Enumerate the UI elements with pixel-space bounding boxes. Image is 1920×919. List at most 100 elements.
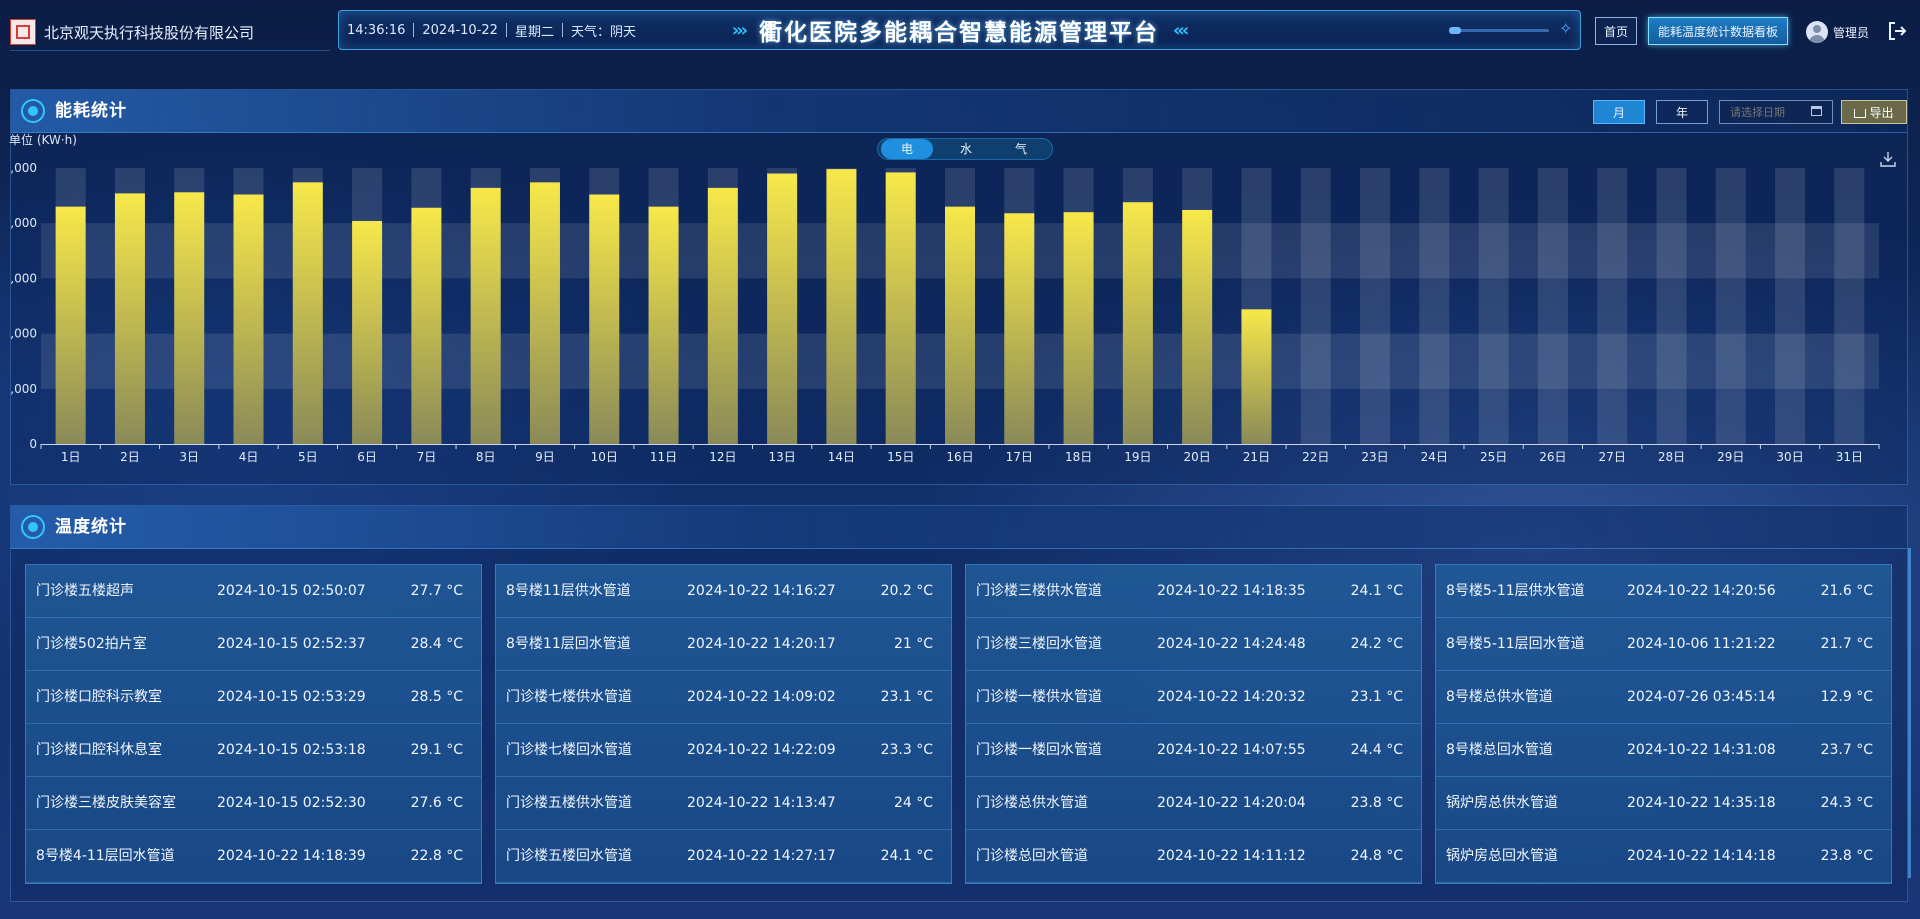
x-tick-label: 28日	[1658, 450, 1685, 464]
sparkle-icon: ✧	[1559, 19, 1573, 38]
sensor-name: 8号楼5-11层供水管道	[1446, 583, 1585, 599]
sensor-row[interactable]: 门诊楼五楼超声 2024-10-15 02:50:07 27.7 °C	[26, 565, 481, 618]
energy-bar-chart: 0 5,000 10,000 15,000 20,000 25,000 1日 2日 3日 4日 5日…	[11, 162, 1880, 464]
x-tick-label: 23日	[1361, 450, 1388, 464]
x-tick-label: 8日	[476, 450, 496, 464]
home-button[interactable]: 首页	[1595, 17, 1637, 45]
sensor-row[interactable]: 门诊楼七楼供水管道 2024-10-22 14:09:02 23.1 °C	[496, 671, 951, 724]
sensor-name: 锅炉房总供水管道	[1446, 795, 1558, 811]
x-tick-label: 14日	[828, 450, 855, 464]
sensor-row[interactable]: 8号楼总回水管道 2024-10-22 14:31:08 23.7 °C	[1436, 724, 1891, 777]
x-tick-label: 20日	[1184, 450, 1211, 464]
sensor-temperature: 23.1 °C	[880, 689, 933, 705]
sensor-row[interactable]: 门诊楼总回水管道 2024-10-22 14:11:12 24.8 °C	[966, 830, 1421, 883]
tab-electricity[interactable]: 电	[881, 139, 933, 159]
tab-water[interactable]: 水	[940, 139, 992, 159]
sensor-time: 2024-10-22 14:16:27	[687, 583, 836, 599]
sensor-row[interactable]: 门诊楼五楼回水管道 2024-10-22 14:27:17 24.1 °C	[496, 830, 951, 883]
x-tick-label: 29日	[1717, 450, 1744, 464]
title-wrap: ››› 衢化医院多能耦合智慧能源管理平台 ‹‹‹	[679, 11, 1239, 49]
bar-track	[1834, 168, 1865, 444]
sensor-name: 门诊楼一楼回水管道	[976, 742, 1102, 758]
sensor-row[interactable]: 锅炉房总供水管道 2024-10-22 14:35:18 24.3 °C	[1436, 777, 1891, 830]
sensor-name: 门诊楼一楼供水管道	[976, 689, 1102, 705]
sensor-time: 2024-10-15 02:53:29	[217, 689, 366, 705]
sensor-temperature: 27.6 °C	[410, 795, 463, 811]
sensor-temperature: 23.3 °C	[880, 742, 933, 758]
x-tick-label: 4日	[239, 450, 259, 464]
divider	[505, 23, 507, 37]
bar	[1004, 213, 1035, 444]
sensor-temperature: 24.4 °C	[1350, 742, 1403, 758]
sensor-row[interactable]: 门诊楼三楼回水管道 2024-10-22 14:24:48 24.2 °C	[966, 618, 1421, 671]
bar-track	[1715, 168, 1746, 444]
y-tick-label: 20,000	[11, 216, 37, 230]
sensor-time: 2024-10-22 14:27:17	[687, 848, 836, 864]
sensor-temperature: 12.9 °C	[1820, 689, 1873, 705]
x-tick-label: 17日	[1006, 450, 1033, 464]
sensor-time: 2024-10-06 11:21:22	[1627, 636, 1776, 652]
sensor-temperature: 29.1 °C	[410, 742, 463, 758]
sensor-row[interactable]: 8号楼5-11层回水管道 2024-10-06 11:21:22 21.7 °C	[1436, 618, 1891, 671]
sensor-row[interactable]: 门诊楼三楼皮肤美容室 2024-10-15 02:52:30 27.6 °C	[26, 777, 481, 830]
sensor-row[interactable]: 8号楼总供水管道 2024-07-26 03:45:14 12.9 °C	[1436, 671, 1891, 724]
sensor-row[interactable]: 8号楼5-11层供水管道 2024-10-22 14:20:56 21.6 °C	[1436, 565, 1891, 618]
sensor-row[interactable]: 门诊楼总供水管道 2024-10-22 14:20:04 23.8 °C	[966, 777, 1421, 830]
company-name: 北京观天执行科技股份有限公司	[44, 23, 255, 42]
logout-icon[interactable]	[1886, 20, 1908, 42]
energy-gauge-icon	[21, 99, 45, 123]
sensor-row[interactable]: 门诊楼三楼供水管道 2024-10-22 14:18:35 24.1 °C	[966, 565, 1421, 618]
dashboard-tab-button[interactable]: 能耗温度统计数据看板	[1648, 17, 1788, 45]
bar-track	[1656, 168, 1687, 444]
bar	[1063, 212, 1094, 444]
year-button[interactable]: 年	[1656, 100, 1708, 124]
sensor-time: 2024-10-22 14:22:09	[687, 742, 836, 758]
sensor-name: 8号楼总供水管道	[1446, 689, 1553, 705]
scrollbar[interactable]	[1908, 548, 1911, 878]
x-tick-label: 18日	[1065, 450, 1092, 464]
x-tick-label: 11日	[650, 450, 677, 464]
sensor-row[interactable]: 8号楼11层供水管道 2024-10-22 14:16:27 20.2 °C	[496, 565, 951, 618]
y-tick-label: 0	[29, 437, 37, 451]
export-button[interactable]: 导出	[1841, 100, 1907, 124]
sensor-temperature: 24.1 °C	[1350, 583, 1403, 599]
month-button[interactable]: 月	[1593, 100, 1645, 124]
bar	[174, 192, 205, 444]
bar-track	[1419, 168, 1450, 444]
sensor-row[interactable]: 门诊楼五楼供水管道 2024-10-22 14:13:47 24 °C	[496, 777, 951, 830]
y-tick-label: 5,000	[11, 382, 37, 396]
sensor-row[interactable]: 门诊楼口腔科休息室 2024-10-15 02:53:18 29.1 °C	[26, 724, 481, 777]
sensor-time: 2024-10-15 02:50:07	[217, 583, 366, 599]
sensor-row[interactable]: 8号楼11层回水管道 2024-10-22 14:20:17 21 °C	[496, 618, 951, 671]
tab-gas[interactable]: 气	[995, 139, 1047, 159]
sensor-row[interactable]: 门诊楼口腔科示教室 2024-10-15 02:53:29 28.5 °C	[26, 671, 481, 724]
bar	[945, 206, 975, 444]
sensor-temperature: 21.6 °C	[1820, 583, 1873, 599]
user-menu[interactable]: 管理员	[1806, 18, 1869, 46]
sensor-temperature: 24.2 °C	[1350, 636, 1403, 652]
energy-panel-title: 能耗统计	[55, 101, 127, 121]
sensor-name: 门诊楼三楼皮肤美容室	[36, 795, 176, 811]
bar	[767, 173, 798, 444]
sensor-time: 2024-10-22 14:18:35	[1157, 583, 1306, 599]
sensor-row[interactable]: 8号楼4-11层回水管道 2024-10-22 14:18:39 22.8 °C	[26, 830, 481, 883]
sensor-time: 2024-10-22 14:07:55	[1157, 742, 1306, 758]
info-bar: 14:36:16 2024-10-22 星期二 天气：阴天 ››› 衢化医院多能…	[338, 10, 1581, 50]
x-tick-label: 25日	[1480, 450, 1507, 464]
sensor-name: 门诊楼502拍片室	[36, 636, 147, 652]
sensor-row[interactable]: 门诊楼502拍片室 2024-10-15 02:52:37 28.4 °C	[26, 618, 481, 671]
sensor-row[interactable]: 门诊楼一楼供水管道 2024-10-22 14:20:32 23.1 °C	[966, 671, 1421, 724]
sensor-row[interactable]: 门诊楼一楼回水管道 2024-10-22 14:07:55 24.4 °C	[966, 724, 1421, 777]
sensor-row[interactable]: 门诊楼七楼回水管道 2024-10-22 14:22:09 23.3 °C	[496, 724, 951, 777]
sensor-name: 8号楼总回水管道	[1446, 742, 1553, 758]
sensor-row[interactable]: 锅炉房总回水管道 2024-10-22 14:14:18 23.8 °C	[1436, 830, 1891, 883]
bar-track	[1775, 168, 1806, 444]
current-date: 2024-10-22	[422, 22, 498, 38]
chevron-right-icon: ›››	[731, 19, 748, 41]
bar	[648, 206, 679, 444]
x-tick-label: 3日	[179, 450, 199, 464]
sensor-time: 2024-10-22 14:24:48	[1157, 636, 1306, 652]
sensor-temperature: 28.5 °C	[410, 689, 463, 705]
bar	[292, 182, 323, 445]
bar-track	[1300, 168, 1331, 444]
